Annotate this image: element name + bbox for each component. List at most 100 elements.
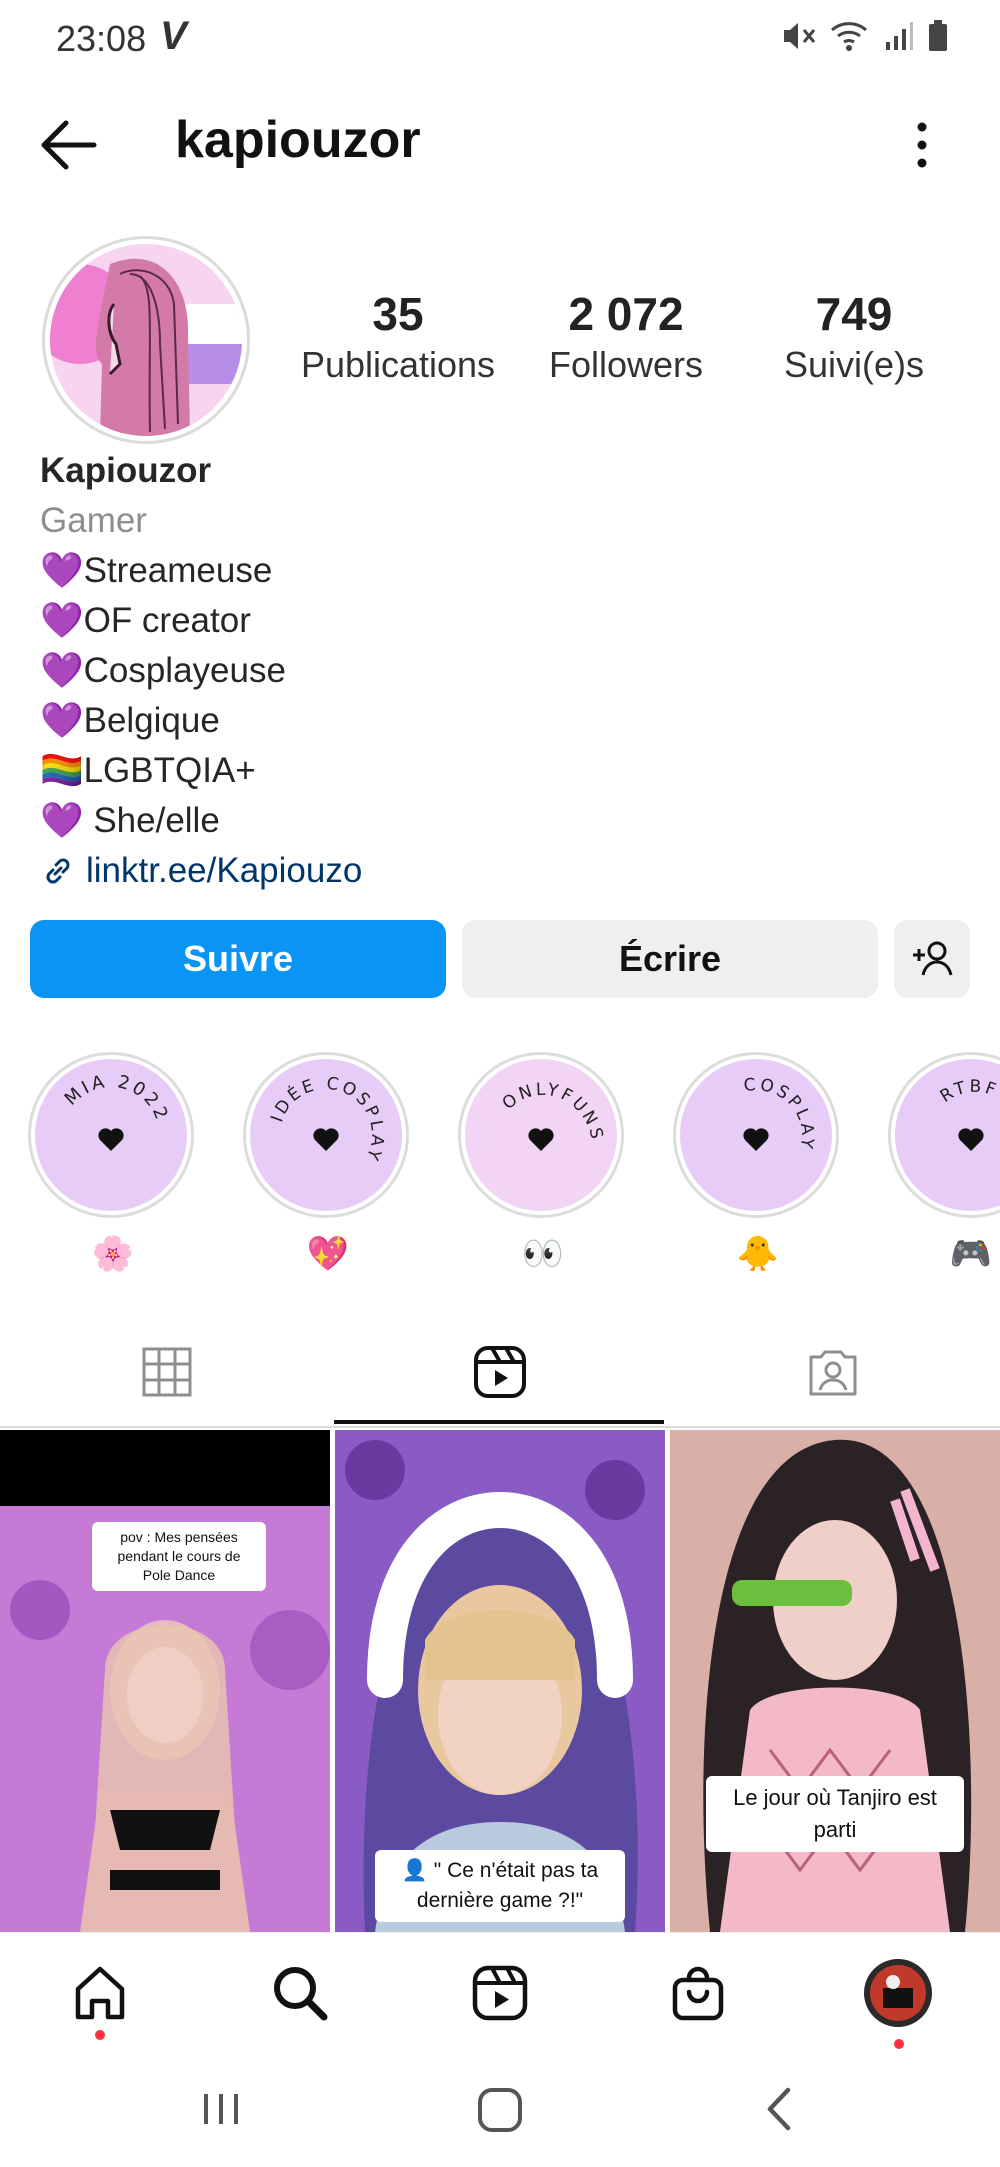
carrier-logo: V bbox=[160, 14, 187, 58]
shopping-bag-icon bbox=[672, 1966, 724, 2021]
recent-apps-icon bbox=[204, 2094, 238, 2124]
bio-emoji: 💜 bbox=[40, 801, 84, 840]
bio-text: Streameuse bbox=[83, 551, 273, 590]
status-time: 23:08 bbox=[56, 18, 147, 59]
highlight-item[interactable]: ONLYFUNS 👀 bbox=[458, 1052, 628, 1274]
nav-home[interactable] bbox=[60, 1953, 140, 2033]
home-square-icon bbox=[478, 2088, 522, 2132]
reel-caption: pov : Mes pensées pendant le cours de Po… bbox=[92, 1522, 266, 1591]
profile-avatar[interactable] bbox=[42, 236, 250, 444]
home-button[interactable] bbox=[474, 2084, 526, 2141]
profile-username: kapiouzor bbox=[175, 111, 421, 169]
bio-text: OF creator bbox=[83, 601, 251, 640]
highlight-label: 👀 bbox=[521, 1235, 565, 1273]
bio-emoji: 💜 bbox=[40, 651, 84, 690]
stat-followers[interactable]: 2 072 Followers bbox=[516, 288, 736, 390]
tab-reels[interactable] bbox=[333, 1318, 666, 1426]
message-button[interactable]: Écrire bbox=[462, 920, 878, 998]
highlight-cover: RTBF bbox=[888, 1052, 1000, 1218]
highlight-label: 🎮 bbox=[949, 1235, 993, 1273]
highlight-title: RTBF bbox=[937, 1077, 998, 1107]
reel-thumbnail[interactable]: 👤 " Ce n'était pas ta dernière game ?!" bbox=[335, 1430, 665, 1932]
bio-line: 💜 She/elle bbox=[40, 796, 362, 846]
bio-text: LGBTQIA+ bbox=[83, 751, 256, 790]
bottom-navigation bbox=[0, 1932, 1000, 2055]
reels-icon bbox=[473, 1346, 526, 1398]
profile-avatar-icon bbox=[864, 1959, 932, 2027]
highlight-label: 💖 bbox=[306, 1235, 350, 1273]
system-navigation-bar bbox=[0, 2054, 1000, 2167]
highlight-item[interactable]: COSPLAY 🐥 bbox=[673, 1052, 843, 1274]
nav-reels[interactable] bbox=[460, 1953, 540, 2033]
svg-text:IDÉE COSPLAY: IDÉE COSPLAY bbox=[267, 1074, 387, 1166]
highlight-cover: ONLYFUNS bbox=[458, 1052, 624, 1218]
reel-thumbnail[interactable]: pov : Mes pensées pendant le cours de Po… bbox=[0, 1430, 330, 1932]
wifi-icon bbox=[831, 22, 867, 51]
reels-icon bbox=[472, 1965, 528, 2021]
bio-text: Belgique bbox=[83, 701, 220, 740]
profile-category: Gamer bbox=[40, 501, 147, 540]
bio-line: 🏳️‍🌈LGBTQIA+ bbox=[40, 746, 362, 796]
highlight-title: MIA 2022 bbox=[61, 1071, 170, 1125]
search-icon bbox=[274, 1967, 328, 2021]
reel-thumbnail-image bbox=[670, 1430, 1000, 1932]
stat-following-value: 749 bbox=[815, 288, 893, 340]
active-tab-indicator bbox=[334, 1420, 664, 1424]
highlight-cover: MIA 2022 bbox=[28, 1052, 194, 1218]
nav-search[interactable] bbox=[260, 1953, 340, 2033]
bio-emoji: 🏳️‍🌈 bbox=[40, 751, 84, 790]
more-vertical-icon bbox=[917, 122, 927, 168]
bio-line: 💜OF creator bbox=[40, 596, 362, 646]
avatar-image bbox=[50, 244, 242, 436]
highlight-label: 🐥 bbox=[736, 1235, 780, 1273]
recent-apps-button[interactable] bbox=[196, 2084, 246, 2139]
options-button[interactable] bbox=[900, 115, 944, 175]
chevron-left-icon bbox=[767, 2087, 791, 2131]
link-icon bbox=[46, 858, 70, 884]
stat-posts-value: 35 bbox=[372, 288, 424, 340]
nav-shop[interactable] bbox=[658, 1953, 738, 2033]
home-notification-dot bbox=[95, 2030, 105, 2040]
tab-tagged[interactable] bbox=[666, 1318, 999, 1426]
home-icon bbox=[75, 1966, 125, 2020]
highlight-label: 🌸 bbox=[91, 1235, 135, 1273]
stat-followers-label: Followers bbox=[548, 344, 704, 385]
battery-icon bbox=[929, 20, 947, 51]
stat-followers-value: 2 072 bbox=[568, 288, 684, 340]
stat-posts[interactable]: 35 Publications bbox=[288, 288, 508, 390]
bio-line: 💜Belgique bbox=[40, 696, 362, 746]
bio-emoji: 💜 bbox=[40, 701, 84, 740]
bio-text: Cosplayeuse bbox=[83, 651, 286, 690]
suggested-accounts-button[interactable] bbox=[894, 920, 970, 998]
back-system-button[interactable] bbox=[756, 2084, 806, 2139]
highlight-cover: COSPLAY bbox=[673, 1052, 839, 1218]
svg-text:RTBF: RTBF bbox=[937, 1077, 1000, 1107]
bio-line: 💜Streameuse bbox=[40, 546, 362, 596]
bio-line: 💜Cosplayeuse bbox=[40, 646, 362, 696]
stat-posts-label: Publications bbox=[300, 344, 496, 385]
tab-posts-grid[interactable] bbox=[0, 1318, 333, 1426]
highlight-item[interactable]: IDÉE COSPLAY 💖 bbox=[243, 1052, 413, 1274]
follow-button[interactable]: Suivre bbox=[30, 920, 446, 998]
bio-link[interactable]: linktr.ee/Kapiouzo bbox=[40, 846, 362, 896]
tagged-person-icon bbox=[809, 1350, 856, 1396]
reel-thumbnail[interactable]: Le jour où Tanjiro est parti bbox=[670, 1430, 1000, 1932]
back-button[interactable] bbox=[36, 115, 102, 175]
bio-emoji: 💜 bbox=[40, 551, 84, 590]
grid-icon bbox=[142, 1347, 191, 1397]
arrow-left-icon bbox=[41, 120, 97, 170]
highlight-item[interactable]: MIA 2022 🌸 bbox=[28, 1052, 198, 1274]
profile-notification-dot bbox=[894, 2039, 904, 2049]
svg-text:MIA 2022: MIA 2022 bbox=[61, 1071, 173, 1125]
signal-icon bbox=[886, 22, 913, 50]
bio-text: She/elle bbox=[83, 801, 220, 840]
add-person-icon bbox=[913, 941, 953, 976]
nav-profile[interactable] bbox=[858, 1953, 938, 2033]
stat-following-label: Suivi(e)s bbox=[783, 344, 925, 385]
highlight-title: IDÉE COSPLAY bbox=[267, 1074, 384, 1166]
profile-tabs bbox=[0, 1318, 1000, 1428]
highlight-cover: IDÉE COSPLAY bbox=[243, 1052, 409, 1218]
bio-link-text[interactable]: linktr.ee/Kapiouzo bbox=[86, 846, 362, 896]
stat-following[interactable]: 749 Suivi(e)s bbox=[744, 288, 964, 390]
highlight-item[interactable]: RTBF 🎮 bbox=[888, 1052, 1000, 1274]
